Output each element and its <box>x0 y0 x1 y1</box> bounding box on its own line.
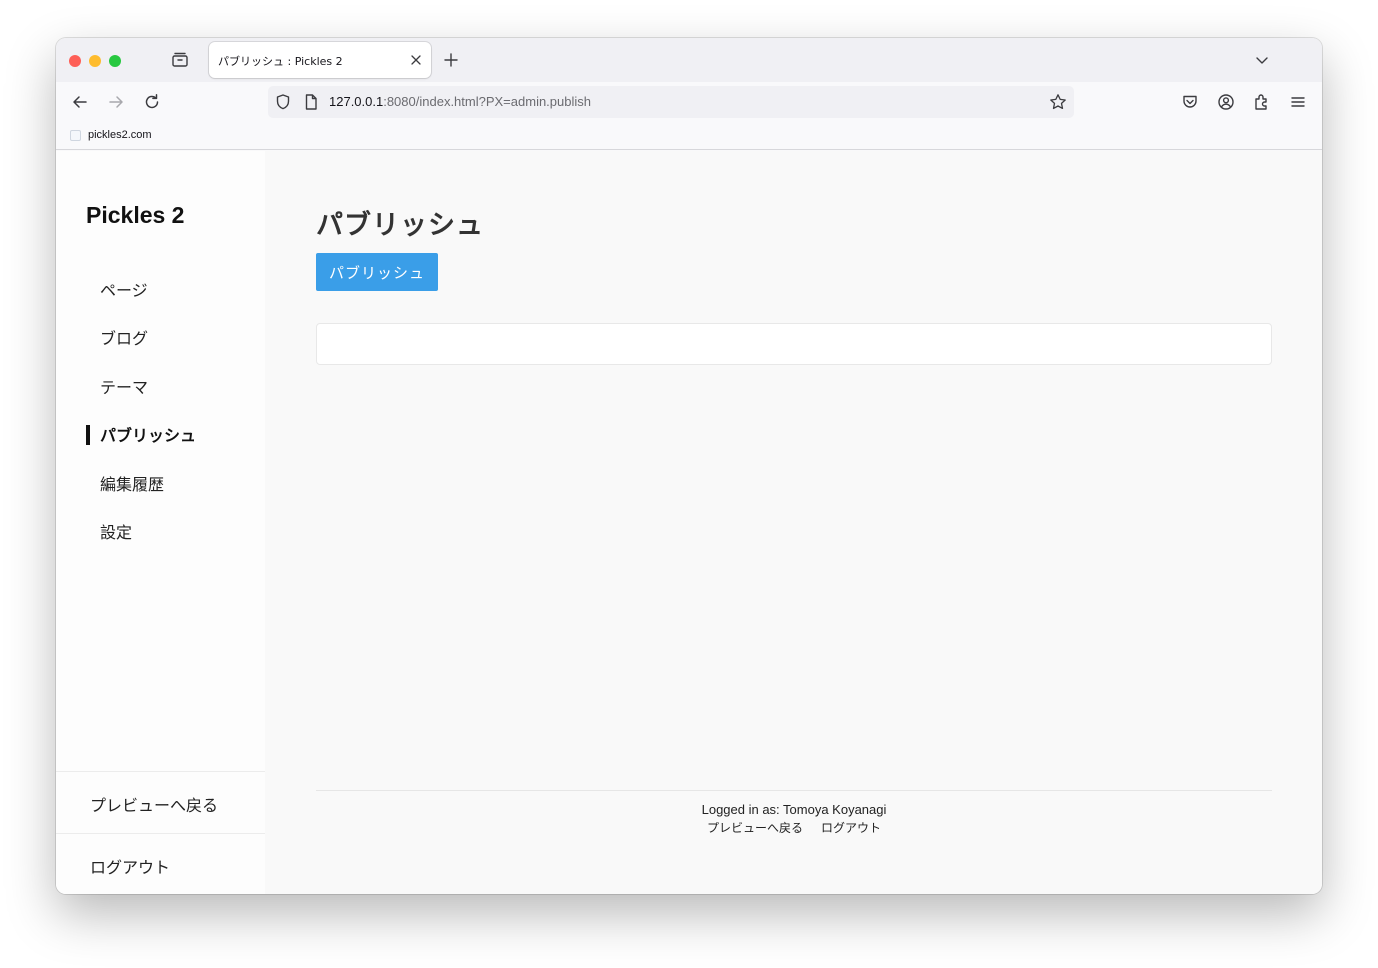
sidebar-item-theme[interactable]: テーマ <box>100 374 148 398</box>
account-icon[interactable] <box>1216 92 1236 112</box>
page-footer: Logged in as: Tomoya Koyanagi プレビューへ戻る ログ… <box>316 790 1272 835</box>
minimize-window-button[interactable] <box>89 55 101 67</box>
sidebar-item-label: ページ <box>100 281 148 300</box>
url-path: :8080/index.html?PX=admin.publish <box>383 94 591 109</box>
sidebar-item-label: ブログ <box>100 329 149 348</box>
sidebar-item-label: パブリッシュ <box>100 426 197 445</box>
main-panel: パブリッシュ パブリッシュ Logged in as: Tomoya Koyan… <box>265 151 1322 894</box>
browser-window: パブリッシュ : Pickles 2 127.0.0.1:8080/index.… <box>56 38 1322 894</box>
bookmark-pickles2[interactable]: pickles2.com <box>88 129 152 141</box>
footer-logout-link[interactable]: ログアウト <box>821 821 881 835</box>
chevron-down-icon[interactable] <box>1254 53 1270 67</box>
sidebar-item-label: 編集履歴 <box>100 475 165 494</box>
footer-preview-link[interactable]: プレビューへ戻る <box>707 821 803 835</box>
navigation-toolbar: 127.0.0.1:8080/index.html?PX=admin.publi… <box>56 82 1322 122</box>
url-host: 127.0.0.1 <box>329 94 384 109</box>
sidebar-logout-label: ログアウト <box>90 858 171 877</box>
sidebar-item-label: 設定 <box>100 523 133 542</box>
sidebar: Pickles 2 ページ ブログ テーマ パブリッシュ 編集履歴 設定 プレビ… <box>56 151 265 894</box>
reload-icon[interactable] <box>142 92 162 112</box>
sidebar-item-publish[interactable]: パブリッシュ <box>86 422 197 446</box>
sidebar-logout-link[interactable]: ログアウト <box>56 833 265 894</box>
tab-active[interactable]: パブリッシュ : Pickles 2 <box>209 42 431 78</box>
sidebar-item-blog[interactable]: ブログ <box>100 325 148 349</box>
favicon-icon <box>70 130 81 141</box>
zoom-window-button[interactable] <box>109 55 121 67</box>
sidebar-preview-link[interactable]: プレビューへ戻る <box>56 771 265 833</box>
star-icon[interactable] <box>1048 92 1068 112</box>
hamburger-menu-icon[interactable] <box>1288 92 1308 112</box>
sidebar-item-history[interactable]: 編集履歴 <box>100 471 164 495</box>
footer-links: プレビューへ戻る ログアウト <box>316 819 1272 836</box>
logged-in-text: Logged in as: Tomoya Koyanagi <box>701 802 887 817</box>
close-window-button[interactable] <box>69 55 81 67</box>
tab-list-icon[interactable] <box>171 52 189 68</box>
pocket-icon[interactable] <box>1180 92 1200 112</box>
publish-button[interactable]: パブリッシュ <box>316 253 438 291</box>
url-bar[interactable]: 127.0.0.1:8080/index.html?PX=admin.publi… <box>268 86 1074 118</box>
sidebar-item-pages[interactable]: ページ <box>100 277 148 301</box>
app-brand[interactable]: Pickles 2 <box>86 202 184 229</box>
page-icon <box>301 92 321 112</box>
sidebar-item-label: テーマ <box>100 378 149 397</box>
back-arrow-icon[interactable] <box>70 92 90 112</box>
tab-title: パブリッシュ : Pickles 2 <box>218 55 343 68</box>
page-content: Pickles 2 ページ ブログ テーマ パブリッシュ 編集履歴 設定 プレビ… <box>56 151 1322 894</box>
shield-icon[interactable] <box>273 92 293 112</box>
url-text[interactable]: 127.0.0.1:8080/index.html?PX=admin.publi… <box>329 94 591 109</box>
publish-result-panel <box>316 323 1272 365</box>
forward-arrow-icon[interactable] <box>106 92 126 112</box>
extensions-icon[interactable] <box>1252 92 1272 112</box>
close-icon[interactable] <box>409 52 423 66</box>
plus-icon[interactable] <box>443 52 459 68</box>
sidebar-preview-label: プレビューへ戻る <box>90 796 219 815</box>
page-title: パブリッシュ <box>316 210 484 241</box>
tab-strip: パブリッシュ : Pickles 2 <box>56 38 1322 82</box>
active-indicator <box>86 425 90 445</box>
bookmarks-toolbar: pickles2.com <box>56 122 1322 150</box>
sidebar-item-settings[interactable]: 設定 <box>100 519 132 543</box>
